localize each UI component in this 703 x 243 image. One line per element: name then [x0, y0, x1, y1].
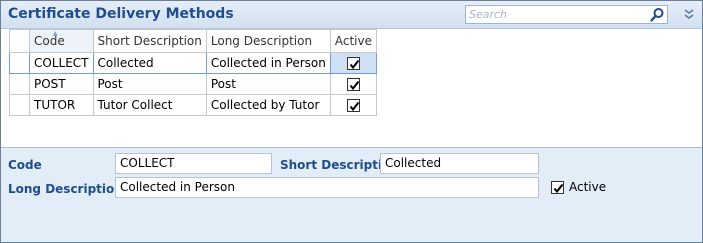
cell-code[interactable]: COLLECT	[29, 52, 94, 74]
cell-long-description[interactable]: Post	[205, 73, 331, 95]
cell-active[interactable]	[329, 94, 377, 116]
code-label: Code	[8, 158, 42, 172]
active-checkbox[interactable]	[551, 181, 564, 194]
row-selector-header	[9, 29, 30, 53]
header-row: ▲ Code Short Description Long Descriptio…	[9, 29, 377, 53]
table-row[interactable]: POST Post Post	[9, 73, 377, 95]
active-checkbox[interactable]	[346, 57, 360, 70]
cell-short-description[interactable]: Tutor Collect	[92, 94, 207, 116]
search-icon[interactable]	[649, 7, 665, 23]
column-header-label: Active	[334, 34, 372, 48]
cell-active[interactable]	[329, 52, 377, 74]
title-bar: Certificate Delivery Methods	[1, 1, 702, 29]
short-description-field[interactable]: Collected	[380, 153, 539, 174]
cell-code[interactable]: POST	[29, 73, 94, 95]
cell-short-description[interactable]: Post	[92, 73, 207, 95]
table-row[interactable]: COLLECT Collected Collected in Person	[9, 52, 377, 74]
grid-table: ▲ Code Short Description Long Descriptio…	[9, 29, 377, 116]
column-header-active[interactable]: Active	[329, 29, 377, 53]
search-input[interactable]	[469, 7, 639, 22]
column-header-label: Code	[34, 34, 65, 48]
row-selector[interactable]	[9, 73, 30, 95]
data-grid: ▲ Code Short Description Long Descriptio…	[9, 29, 702, 145]
column-header-label: Short Description	[97, 34, 202, 48]
page-title: Certificate Delivery Methods	[8, 6, 234, 22]
search-box[interactable]	[465, 5, 668, 24]
column-header-short-description[interactable]: Short Description	[92, 29, 207, 53]
column-header-long-description[interactable]: Long Description	[205, 29, 331, 53]
detail-form: Code COLLECT Short Description Collected…	[1, 147, 702, 242]
cell-long-description[interactable]: Collected by Tutor	[205, 94, 331, 116]
row-selector[interactable]	[9, 52, 30, 74]
cell-active[interactable]	[329, 73, 377, 95]
long-description-field[interactable]: Collected in Person	[115, 177, 539, 198]
cell-short-description[interactable]: Collected	[92, 52, 207, 74]
cell-code[interactable]: TUTOR	[29, 94, 94, 116]
window: Certificate Delivery Methods Search ▲ Co…	[0, 0, 703, 243]
column-header-label: Long Description	[210, 34, 313, 48]
code-field[interactable]: COLLECT	[115, 153, 272, 174]
table-row[interactable]: TUTOR Tutor Collect Collected by Tutor	[9, 94, 377, 116]
row-selector[interactable]	[9, 94, 30, 116]
long-description-label: Long Description	[8, 182, 123, 196]
column-header-code[interactable]: ▲ Code	[29, 29, 94, 53]
sort-ascending-icon: ▲	[53, 30, 58, 37]
double-chevron-down-icon[interactable]	[682, 7, 696, 21]
cell-long-description[interactable]: Collected in Person	[205, 52, 331, 74]
active-checkbox[interactable]	[346, 78, 360, 91]
active-label: Active	[569, 180, 607, 194]
active-checkbox[interactable]	[346, 99, 360, 112]
